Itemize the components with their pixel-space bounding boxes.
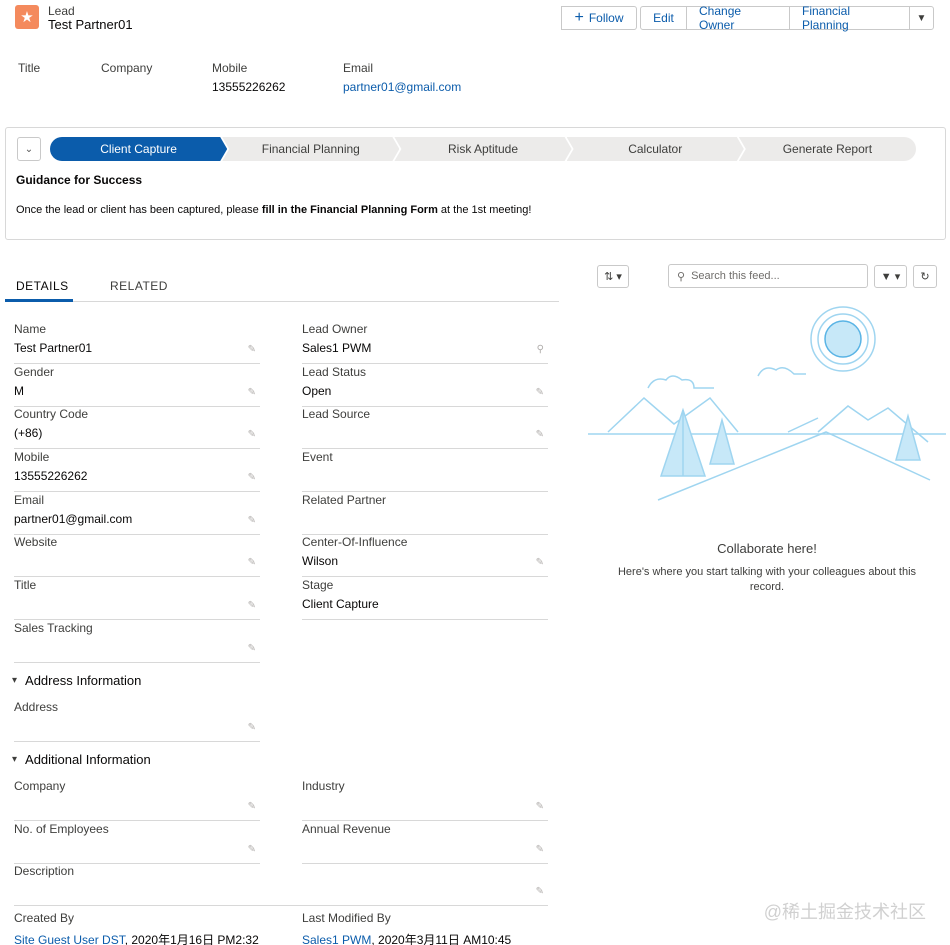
action-button-group: Edit Change Owner Financial Planning ▼ [640,4,934,32]
path-stage-generate-report[interactable]: Generate Report [738,137,917,161]
field-title: Title ✎ [14,578,260,620]
highlight-email-link[interactable]: partner01@gmail.com [343,80,461,94]
field-stage: Stage Client Capture [302,578,548,620]
pencil-icon[interactable]: ✎ [248,600,256,611]
created-by-label: Created By [14,911,75,925]
chevron-down-icon: ⌄ [24,143,34,155]
feed-search-box: ⚲ [668,264,868,288]
guidance-text: Once the lead or client has been capture… [16,204,532,216]
field-company: Company ✎ [14,779,260,821]
field-lead-source: Lead Source ✎ [302,407,548,449]
refresh-icon: ↻ [920,271,930,283]
last-modified-by-label: Last Modified By [302,911,391,925]
highlight-company-label: Company [101,61,153,75]
section-address-header[interactable]: ▾ Address Information [12,673,141,688]
email-link[interactable]: partner01@gmail.com [14,512,132,526]
field-website: Website ✎ [14,535,260,577]
field-lead-status: Lead Status Open ✎ [302,365,548,407]
pencil-icon[interactable]: ✎ [536,801,544,812]
pencil-icon[interactable]: ✎ [536,886,544,897]
pencil-icon[interactable]: ✎ [536,387,544,398]
field-address: Address ✎ [14,700,260,742]
last-modified-user-link[interactable]: Sales1 PWM [302,933,371,945]
feed-empty-title: Collaborate here! [717,541,817,556]
filter-icon: ▼ ▾ [880,271,901,283]
path-stage-client-capture[interactable]: Client Capture [50,137,227,161]
feed-empty-text: Here's where you start talking with your… [617,566,917,593]
field-name: Name Test Partner01 ✎ [14,322,260,364]
created-by-user-link[interactable]: Site Guest User DST [14,933,125,945]
lead-owner-link[interactable]: Sales1 PWM [302,341,371,355]
field-sales-tracking: Sales Tracking ✎ [14,621,260,663]
tab-related[interactable]: RELATED [110,279,168,293]
change-owner-button[interactable]: Change Owner [686,4,790,32]
pencil-icon[interactable]: ✎ [248,722,256,733]
feed-filter-button[interactable]: ▼ ▾ [874,265,907,288]
field-center-of-influence: Center-Of-Influence Wilson ✎ [302,535,548,577]
pencil-icon[interactable]: ✎ [536,429,544,440]
pencil-icon[interactable]: ✎ [248,472,256,483]
path-stage-calculator[interactable]: Calculator [567,137,744,161]
feed-sort-button[interactable]: ⇅ ▾ [597,265,629,288]
pencil-icon[interactable]: ✎ [536,844,544,855]
pencil-icon[interactable]: ✎ [248,844,256,855]
field-lead-owner: Lead Owner Sales1 PWM ⚲ [302,322,548,364]
pencil-icon[interactable]: ✎ [248,515,256,526]
field-industry: Industry ✎ [302,779,548,821]
pencil-icon[interactable]: ✎ [248,387,256,398]
object-type-label: Lead [48,4,75,18]
pencil-icon[interactable]: ✎ [248,643,256,654]
tab-divider [5,301,559,302]
field-mobile: Mobile 13555226262 ✎ [14,450,260,492]
pencil-icon[interactable]: ✎ [248,344,256,355]
path-stage-risk-aptitude[interactable]: Risk Aptitude [394,137,571,161]
follow-button[interactable]: + Follow [561,6,637,30]
highlight-title-label: Title [18,61,41,75]
path-stages: Client Capture Financial Planning Risk A… [50,137,917,161]
path-collapse-toggle[interactable]: ⌄ [17,137,41,161]
lead-object-icon: ★ [15,5,39,29]
feed-refresh-button[interactable]: ↻ [913,265,937,288]
record-name: Test Partner01 [48,17,133,32]
highlight-email-label: Email [343,61,374,75]
pencil-icon[interactable]: ✎ [248,801,256,812]
highlight-mobile-value: 13555226262 [212,80,286,94]
pencil-icon[interactable]: ✎ [248,557,256,568]
field-gender: Gender M ✎ [14,365,260,407]
chevron-down-icon: ▾ [12,675,18,686]
field-country-code: Country Code (+86) ✎ [14,407,260,449]
collaborate-illustration [588,306,946,501]
watermark: @稀土掘金技术社区 [763,902,926,922]
highlight-mobile-label: Mobile [212,61,248,75]
field-no-of-employees: No. of Employees ✎ [14,822,260,864]
more-actions-dropdown[interactable]: ▼ [909,6,934,30]
section-additional-header[interactable]: ▾ Additional Information [12,752,151,767]
field-related-partner: Related Partner [302,493,548,535]
plus-icon: + [574,9,584,26]
field-description: Description ✎ [14,864,548,906]
path-stage-financial-planning[interactable]: Financial Planning [222,137,399,161]
pencil-icon[interactable]: ✎ [248,429,256,440]
tab-details[interactable]: DETAILS [16,279,69,293]
field-event: Event [302,450,548,492]
feed-search-input[interactable] [691,270,852,282]
sales-path-card: ⌄ Client Capture Financial Planning Risk… [5,127,946,240]
guidance-title: Guidance for Success [16,173,143,187]
change-owner-icon[interactable]: ⚲ [537,344,544,355]
field-email: Email partner01@gmail.com ✎ [14,493,260,535]
last-modified-by-value: Sales1 PWM, 2020年3月11日 AM10:45 [302,933,512,945]
edit-button[interactable]: Edit [640,6,687,30]
follow-button-group: + Follow [561,6,637,30]
created-by-value: Site Guest User DST, 2020年1月16日 PM2:32 [14,933,259,945]
field-annual-revenue: Annual Revenue ✎ [302,822,548,864]
pencil-icon[interactable]: ✎ [536,557,544,568]
sort-icon: ⇅ ▾ [604,271,622,283]
chevron-down-icon: ▾ [12,754,18,765]
search-icon: ⚲ [677,270,686,283]
chevron-down-icon: ▼ [916,12,927,24]
tab-active-indicator [5,299,73,302]
financial-planning-button[interactable]: Financial Planning [789,4,910,32]
